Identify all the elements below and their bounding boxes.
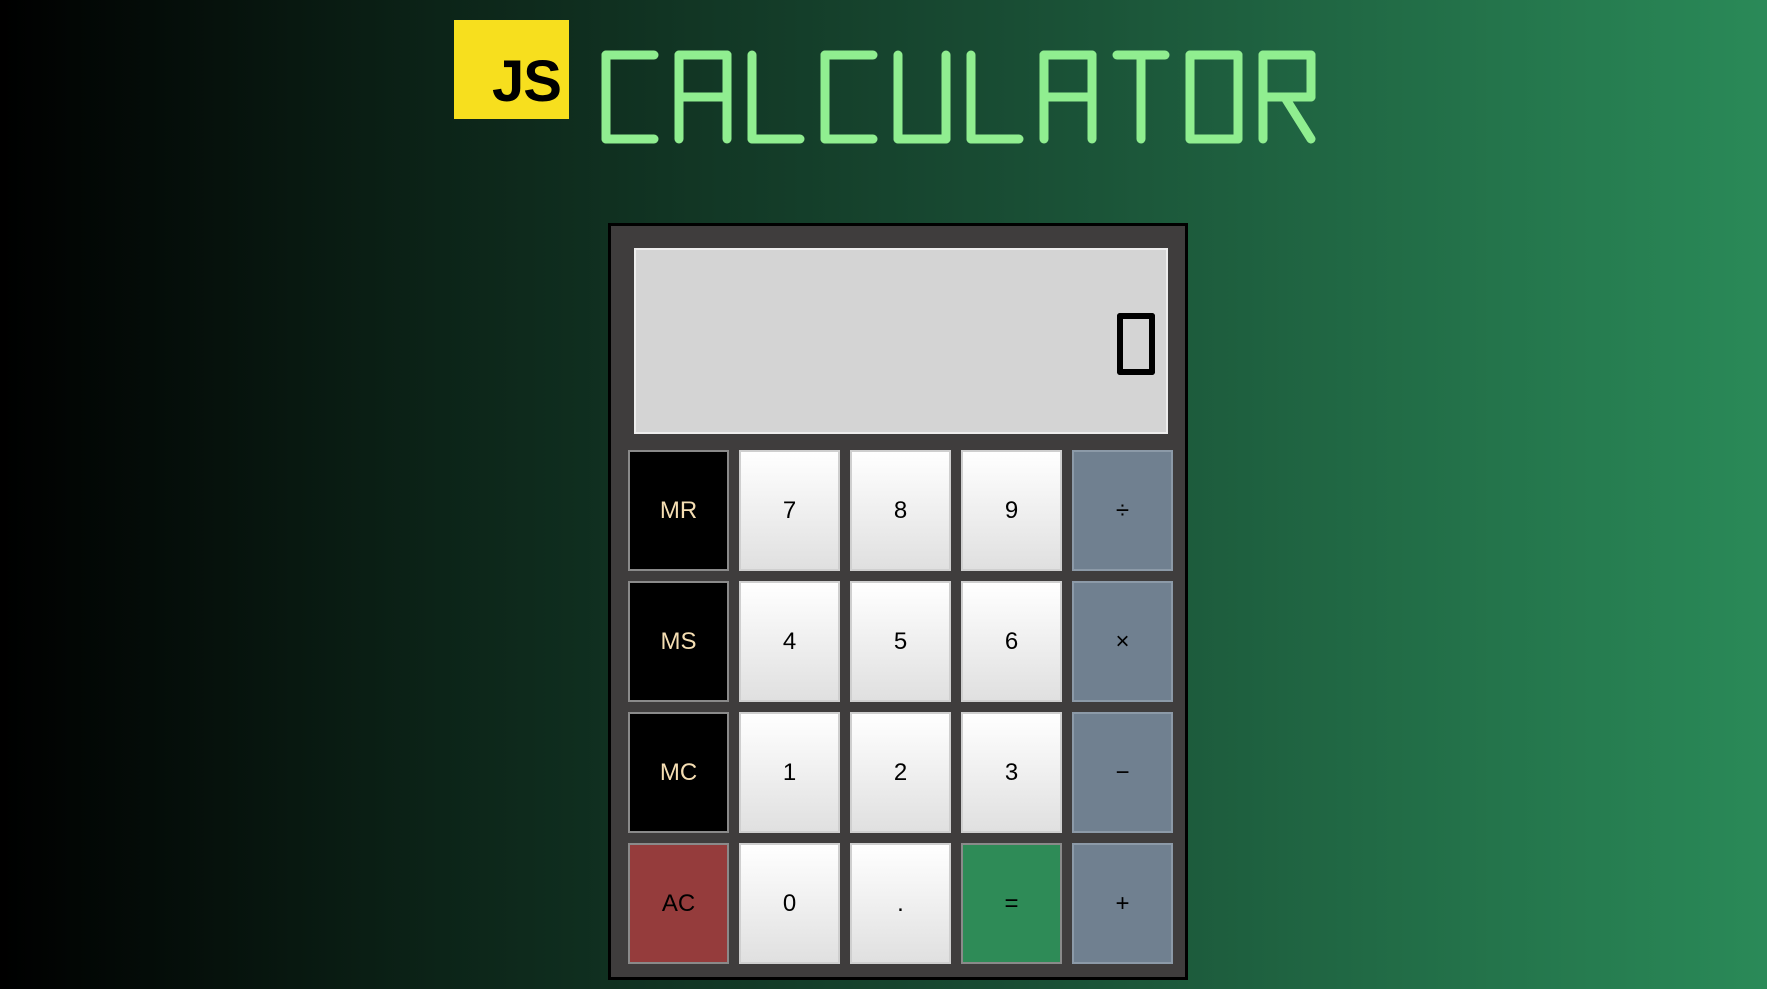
digit-8-button[interactable]: 8 [850,450,951,571]
digit-1-button[interactable]: 1 [739,712,840,833]
add-button[interactable]: + [1072,843,1173,964]
digit-2-button[interactable]: 2 [850,712,951,833]
multiply-button[interactable]: × [1072,581,1173,702]
memory-store-button[interactable]: MS [628,581,729,702]
app-title: CALCULATOR [596,47,1316,144]
digit-9-button[interactable]: 9 [961,450,1062,571]
digit-0-button[interactable]: 0 [739,843,840,964]
app-title-glyphs [601,50,1316,144]
js-logo: JS [454,20,569,119]
display-value: 0 [1114,312,1155,375]
calculator: 0 MR 7 8 9 ÷ MS 4 5 6 × MC 1 2 3− AC 0. = + [608,223,1188,980]
display-glyphs [1117,313,1155,375]
all-clear-button[interactable]: AC [628,843,729,964]
keypad: MR 7 8 9 ÷ MS 4 5 6 × MC 1 2 3− AC 0. = + [628,450,1173,964]
calculator-display: 0 [634,248,1168,434]
divide-button[interactable]: ÷ [1072,450,1173,571]
digit-7-button[interactable]: 7 [739,450,840,571]
digit-4-button[interactable]: 4 [739,581,840,702]
display-value-text: 0 [1114,312,1115,313]
memory-clear-button[interactable]: MC [628,712,729,833]
equals-button[interactable]: = [961,843,1062,964]
app-header: JS CALCULATOR [454,20,1316,150]
subtract-button[interactable]: − [1072,712,1173,833]
app-title-text: CALCULATOR [596,47,603,48]
digit-5-button[interactable]: 5 [850,581,951,702]
digit-6-button[interactable]: 6 [961,581,1062,702]
js-logo-text: JS [492,49,562,114]
memory-recall-button[interactable]: MR [628,450,729,571]
digit-3-button[interactable]: 3 [961,712,1062,833]
decimal-point-button[interactable]: . [850,843,951,964]
